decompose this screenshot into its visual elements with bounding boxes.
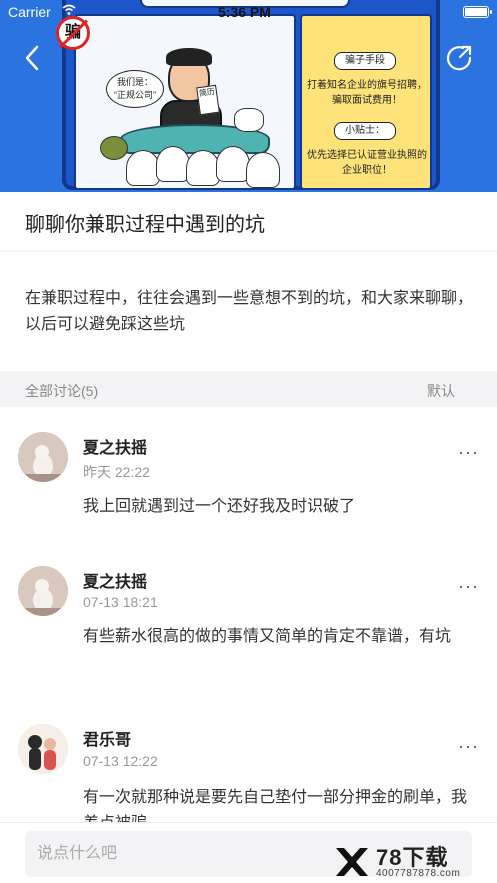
chevron-left-icon xyxy=(25,45,39,71)
banner-tag-scam: 骗子手段 xyxy=(334,52,396,70)
discussion-count-label: 全部讨论(5) xyxy=(25,383,99,399)
couple-avatar-icon xyxy=(18,724,68,774)
more-options-button[interactable]: ··· xyxy=(458,442,479,463)
battery-level xyxy=(465,8,487,16)
more-options-button[interactable]: ··· xyxy=(458,576,479,597)
carrier-label: Carrier xyxy=(8,4,51,20)
avatar[interactable] xyxy=(18,724,68,774)
wifi-icon xyxy=(62,4,76,15)
cat-avatar-icon xyxy=(18,566,68,616)
crowd-figure xyxy=(216,146,250,182)
comment-author[interactable]: 夏之扶摇 xyxy=(83,434,147,458)
comment-author[interactable]: 君乐哥 xyxy=(83,726,131,750)
status-bar: Carrier 5:36 PM xyxy=(0,0,497,24)
share-icon xyxy=(446,45,472,71)
sort-button[interactable]: 默认 xyxy=(427,381,455,401)
crowd-figure xyxy=(246,152,280,188)
crowd-figure xyxy=(186,150,220,186)
comment-item: 夏之扶摇 昨天 22:22 ··· 我上回就遇到过一个还好我及时识破了 xyxy=(0,432,497,542)
goat-figure xyxy=(234,108,264,132)
comment-text: 我上回就遇到过一个还好我及时识破了 xyxy=(83,498,356,515)
crowd-figure xyxy=(156,146,190,182)
cat-avatar-icon xyxy=(18,432,68,482)
resume-paper: 简历 xyxy=(196,84,220,116)
comment-time: 昨天 22:22 xyxy=(83,464,150,480)
topic-title: 聊聊你兼职过程中遇到的坑 xyxy=(25,214,265,236)
banner-text-tips: 优先选择已认证营业执照的企业职位！ xyxy=(307,150,427,176)
speech-bubble: 我们是： “正规公司” xyxy=(106,70,164,108)
comment-item: 夏之扶摇 07-13 18:21 ··· 有些薪水很高的做的事情又简单的肯定不靠… xyxy=(0,566,497,696)
topic-banner-image: 我们是： “正规公司” 简历 骗子手段 打着知名企业的旗号招聘，骗取面试费用！ … xyxy=(0,0,497,192)
site-watermark: 78下载 4007787878.com xyxy=(332,842,492,882)
topic-description: 在兼职过程中，往往会遇到一些意想不到的坑，和大家来聊聊，以后可以避免踩这些坑 xyxy=(25,290,474,333)
share-button[interactable] xyxy=(439,38,479,78)
discussion-header: 全部讨论(5) 默认 xyxy=(0,371,497,407)
comment-time: 07-13 12:22 xyxy=(83,753,158,769)
comment-item: 君乐哥 07-13 12:22 ··· 有一次就那种说是要先自己垫付一部分押金的… xyxy=(0,724,497,824)
x-logo-icon xyxy=(336,848,368,876)
avatar[interactable] xyxy=(18,432,68,482)
back-button[interactable] xyxy=(12,38,52,78)
figure-hair xyxy=(166,48,212,66)
watermark-url: 4007787878.com xyxy=(376,868,461,879)
comment-author[interactable]: 夏之扶摇 xyxy=(83,568,147,592)
banner-tag-tips: 小贴士： xyxy=(334,122,396,140)
more-options-button[interactable]: ··· xyxy=(458,736,479,757)
divider xyxy=(0,251,497,252)
comment-text: 有一次就那种说是要先自己垫付一部分押金的刷单，我差点被骗 xyxy=(83,789,468,824)
banner-text-scam: 打着知名企业的旗号招聘，骗取面试费用！ xyxy=(307,80,427,106)
clock-time: 5:36 PM xyxy=(218,4,271,20)
crowd-figure xyxy=(126,150,160,186)
comment-time: 07-13 18:21 xyxy=(83,594,158,610)
battery-icon xyxy=(463,6,492,18)
comment-text: 有些薪水很高的做的事情又简单的肯定不靠谱，有坑 xyxy=(83,628,452,645)
plant-figure xyxy=(100,136,128,160)
avatar[interactable] xyxy=(18,566,68,616)
